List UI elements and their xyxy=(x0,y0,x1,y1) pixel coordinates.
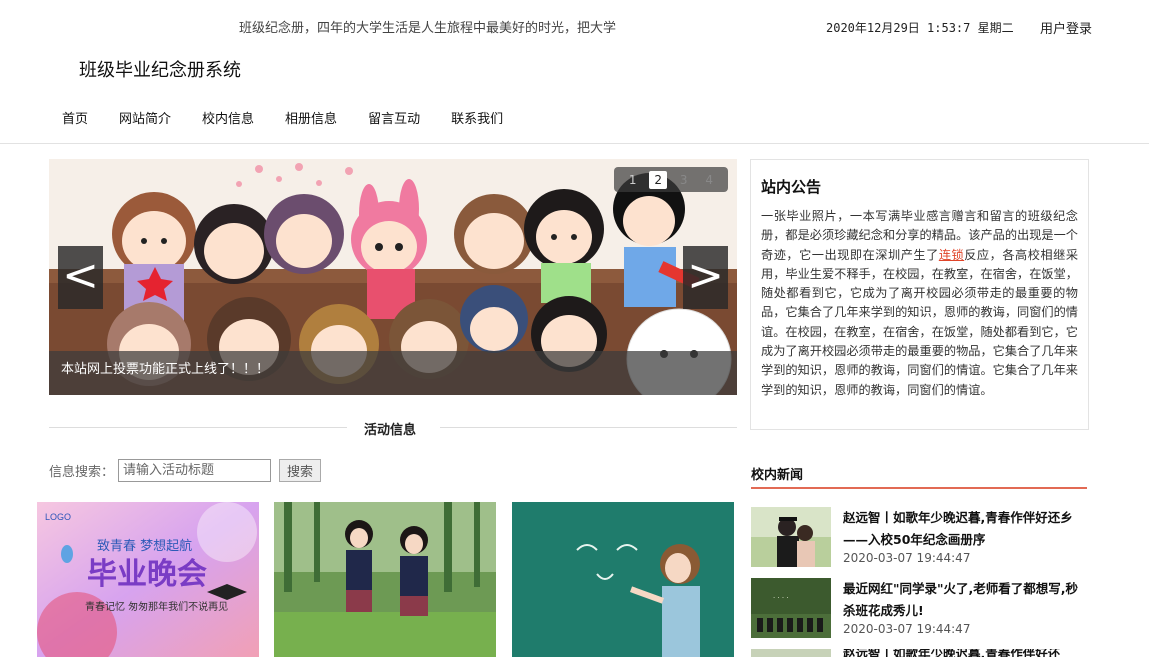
carousel-next-button[interactable]: > xyxy=(683,246,728,309)
nav-about[interactable]: 网站简介 xyxy=(119,108,171,127)
carousel-dot-1[interactable]: 1 xyxy=(624,171,642,189)
news-thumbnail[interactable]: · · · · xyxy=(751,578,831,638)
search-label: 信息搜索： xyxy=(49,465,115,480)
notice-panel: 站内公告 一张毕业照片，一本写满毕业感言赠言和留言的班级纪念册，都是必须珍藏纪念… xyxy=(750,159,1089,430)
poster-main-title: 毕业晚会 xyxy=(87,557,207,592)
activity-divider-right xyxy=(440,427,737,428)
search-button[interactable]: 搜索 xyxy=(279,459,322,482)
notice-text: 一张毕业照片，一本写满毕业感言赠言和留言的班级纪念册，都是必须珍藏纪念和分享的精… xyxy=(761,207,1078,400)
poster-logo: LOGO xyxy=(45,512,71,522)
main-nav: 首页 网站简介 校内信息 相册信息 留言互动 联系我们 xyxy=(62,108,534,127)
notice-text-after: 反应，各高校相继采用，毕业生爱不释手，在校园，在教室，在宿舍，在饭堂，随处都看到… xyxy=(761,247,1079,397)
date-time: 2020年12月29日 1:53:7 星期二 xyxy=(826,21,1014,35)
nav-divider xyxy=(0,143,1149,144)
notice-highlight-link[interactable]: 连锁 xyxy=(939,248,964,262)
login-link[interactable]: 用户登录 xyxy=(1040,18,1092,37)
svg-text:· · · ·: · · · · xyxy=(773,594,789,602)
search-input[interactable] xyxy=(118,459,272,482)
news-item-date: 2020-03-07 19:44:47 xyxy=(843,551,971,565)
site-title: 班级毕业纪念册系统 xyxy=(79,60,241,81)
news-item-title[interactable]: 赵远智丨如歌年少晚迟暮,青春作伴好还 xyxy=(843,649,1083,657)
nav-home[interactable]: 首页 xyxy=(62,108,88,127)
news-item[interactable]: 赵远智丨如歌年少晚迟暮,青春作伴好还 xyxy=(751,649,1087,657)
carousel-dot-2[interactable]: 2 xyxy=(649,170,668,189)
banner-carousel[interactable]: < > 1 2 3 4 本站网上投票功能正式上线了！！！ xyxy=(49,159,737,395)
activity-divider-left xyxy=(49,427,347,428)
nav-messages[interactable]: 留言互动 xyxy=(368,108,420,127)
carousel-caption[interactable]: 本站网上投票功能正式上线了！！！ xyxy=(49,351,737,395)
news-item[interactable]: 赵远智丨如歌年少晚迟暮,青春作伴好还乡——入校50年纪念画册序 2020-03-… xyxy=(751,507,1087,577)
nav-contact[interactable]: 联系我们 xyxy=(451,108,503,127)
news-item-title[interactable]: 最近网红"同学录"火了,老师看了都想写,秒杀班花成秀儿! xyxy=(843,578,1083,622)
carousel-dot-3[interactable]: 3 xyxy=(675,171,693,189)
news-thumbnail[interactable] xyxy=(751,649,831,657)
marquee-text: 班级纪念册，四年的大学生活是人生旅程中最美好的时光，把大学 xyxy=(239,21,617,36)
teacher-photo xyxy=(512,502,734,657)
news-item-date: 2020-03-07 19:44:47 xyxy=(843,622,971,636)
activity-search: 信息搜索： 搜索 xyxy=(49,459,322,482)
carousel-dot-4[interactable]: 4 xyxy=(700,171,718,189)
nav-album[interactable]: 相册信息 xyxy=(285,108,337,127)
news-thumbnail[interactable] xyxy=(751,507,831,567)
news-title-underline xyxy=(751,487,1087,489)
notice-title: 站内公告 xyxy=(761,178,822,196)
graduation-party-poster: LOGO 致青春 梦想起航 毕业晚会 青春记忆 匆匆那年我们不说再见 xyxy=(37,502,259,657)
news-item[interactable]: · · · · 最近网红"同学录"火了,老师看了都想写,秒杀班花成秀儿! 202… xyxy=(751,578,1087,648)
activity-card-students-photo[interactable] xyxy=(274,502,496,657)
carousel-prev-button[interactable]: < xyxy=(58,246,103,309)
activity-card-teacher-photo[interactable] xyxy=(512,502,734,657)
poster-subtitle: 青春记忆 匆匆那年我们不说再见 xyxy=(85,600,228,613)
activity-card-graduation-party[interactable]: LOGO 致青春 梦想起航 毕业晚会 青春记忆 匆匆那年我们不说再见 xyxy=(37,502,259,657)
news-item-title[interactable]: 赵远智丨如歌年少晚迟暮,青春作伴好还乡——入校50年纪念画册序 xyxy=(843,507,1083,551)
poster-slogan: 致青春 梦想起航 xyxy=(97,538,192,554)
news-title: 校内新闻 xyxy=(751,468,804,483)
nav-school-info[interactable]: 校内信息 xyxy=(202,108,254,127)
carousel-pager: 1 2 3 4 xyxy=(614,167,728,192)
students-photo xyxy=(274,502,496,657)
activity-title: 活动信息 xyxy=(364,423,417,438)
